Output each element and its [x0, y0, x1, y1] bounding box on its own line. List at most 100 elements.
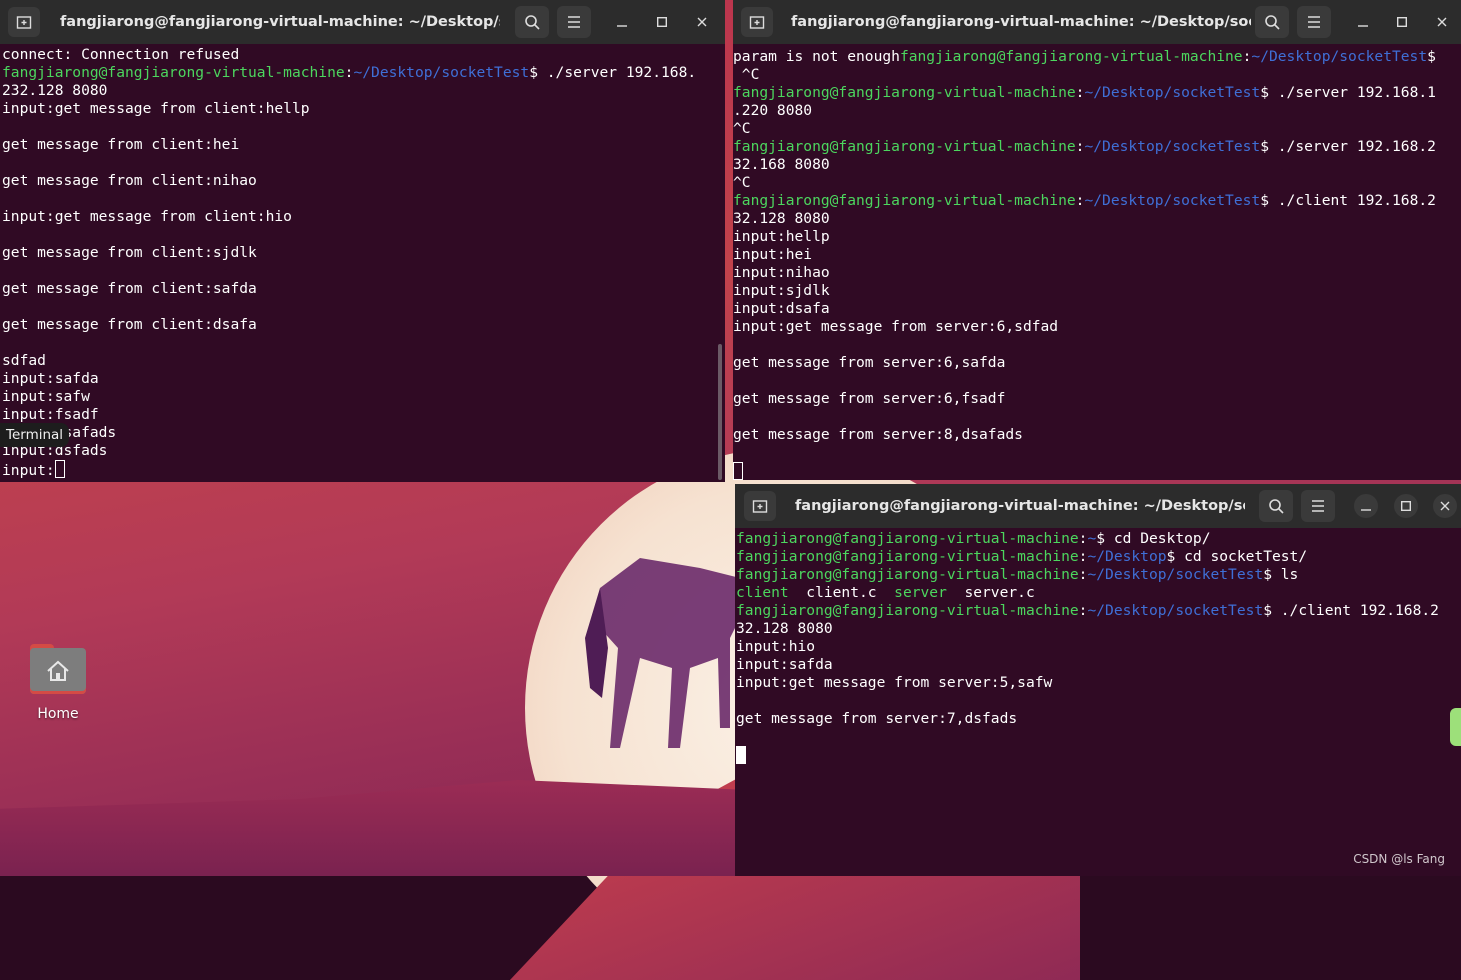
terminal-line: param is not enoughfangjiarong@fangjiaro…: [733, 48, 1436, 65]
terminal-line: get message from server:6,fsadf: [733, 390, 1006, 407]
maximize-button[interactable]: [1394, 494, 1418, 518]
terminal-lines: connect: Connection refused fangjiarong@f…: [0, 44, 725, 479]
terminal-window-client-2[interactable]: fangjiarong@fangjiarong-virtual-machine:…: [735, 484, 1461, 876]
terminal-line: get message from server:6,safda: [733, 354, 1006, 371]
menu-button[interactable]: [1297, 6, 1331, 38]
terminal-line: input:dsafa: [733, 300, 830, 317]
terminal-line: input:get message from client:hellp: [2, 100, 310, 117]
minimize-icon: [617, 25, 627, 27]
terminal-line: 32.128 8080: [736, 620, 833, 637]
minimize-button[interactable]: [1351, 10, 1375, 34]
terminal-output[interactable]: param is not enoughfangjiarong@fangjiaro…: [733, 46, 1461, 480]
terminal-line: fangjiarong@fangjiarong-virtual-machine:…: [736, 566, 1299, 583]
search-button[interactable]: [1255, 6, 1289, 38]
terminal-line: input:safda: [736, 656, 833, 673]
scrollbar[interactable]: [718, 344, 722, 480]
window-title: fangjiarong@fangjiarong-virtual-machine:…: [795, 498, 1245, 514]
terminal-lines: fangjiarong@fangjiarong-virtual-machine:…: [735, 528, 1461, 764]
minimize-button[interactable]: [1354, 494, 1378, 518]
new-tab-icon: [752, 500, 768, 513]
search-button[interactable]: [515, 6, 549, 38]
terminal-line: get message from client:sjdlk: [2, 244, 257, 261]
text-cursor: [733, 462, 743, 480]
terminal-line: connect: Connection refused: [2, 46, 240, 63]
close-button[interactable]: [690, 10, 714, 34]
hamburger-menu-icon: [1312, 500, 1324, 512]
minimize-icon: [1361, 509, 1371, 511]
terminal-line: fangjiarong@fangjiarong-virtual-machine:…: [733, 138, 1436, 155]
menu-button[interactable]: [1301, 490, 1335, 522]
titlebar[interactable]: fangjiarong@fangjiarong-virtual-machine:…: [733, 0, 1461, 44]
terminal-output[interactable]: connect: Connection refused fangjiarong@f…: [0, 44, 725, 482]
text-cursor: [54, 460, 65, 478]
terminal-line: fangjiarong@fangjiarong-virtual-machine:…: [736, 602, 1439, 619]
terminal-lines: param is not enoughfangjiarong@fangjiaro…: [733, 46, 1461, 480]
window-title: fangjiarong@fangjiarong-virtual-machine:…: [791, 14, 1251, 30]
close-icon: [1440, 501, 1450, 511]
close-button[interactable]: [1433, 494, 1457, 518]
titlebar[interactable]: fangjiarong@fangjiarong-virtual-machine:…: [0, 0, 725, 44]
home-folder-label[interactable]: Home: [30, 706, 86, 722]
terminal-window-server[interactable]: fangjiarong@fangjiarong-virtual-machine:…: [0, 0, 725, 482]
terminal-line: input:hei: [733, 246, 813, 263]
minimize-button[interactable]: [610, 10, 634, 34]
maximize-button[interactable]: [650, 10, 674, 34]
new-tab-icon: [749, 16, 765, 29]
search-button[interactable]: [1259, 490, 1293, 522]
wallpaper-ground: [0, 780, 740, 876]
terminal-line: client client.c server server.c: [736, 584, 1035, 601]
terminal-window-client-1[interactable]: fangjiarong@fangjiarong-virtual-machine:…: [733, 0, 1461, 480]
terminal-line: input:get message from server:5,safw: [736, 674, 1053, 691]
terminal-line: input:dsfads: [2, 442, 108, 459]
terminal-line: .220 8080: [733, 102, 813, 119]
terminal-line: [733, 462, 1461, 480]
terminal-line: [736, 746, 1461, 764]
terminal-line: 32.128 8080: [733, 210, 830, 227]
menu-button[interactable]: [557, 6, 591, 38]
terminal-line: fangjiarong@fangjiarong-virtual-machine:…: [733, 192, 1436, 209]
terminal-line: input:fsadf: [2, 406, 99, 423]
terminal-line: ^C: [733, 66, 760, 83]
terminal-line: input:safda: [2, 370, 99, 387]
terminal-line: get message from client:hei: [2, 136, 240, 153]
maximize-icon: [657, 17, 667, 27]
text-cursor: [736, 746, 746, 764]
terminal-output[interactable]: fangjiarong@fangjiarong-virtual-machine:…: [735, 528, 1461, 876]
terminal-line: 232.128 8080: [2, 82, 108, 99]
titlebar[interactable]: fangjiarong@fangjiarong-virtual-machine:…: [735, 484, 1461, 528]
home-folder-icon[interactable]: [30, 644, 86, 694]
close-button[interactable]: [1430, 10, 1454, 34]
wallpaper-horse: [585, 558, 745, 748]
terminal-line: ^C: [733, 120, 751, 137]
terminal-line: input:hio: [736, 638, 816, 655]
new-tab-button[interactable]: [8, 7, 40, 37]
terminal-line: fangjiarong@fangjiarong-virtual-machine:…: [736, 530, 1211, 547]
close-icon: [1437, 17, 1447, 27]
new-tab-button[interactable]: [741, 7, 773, 37]
close-icon: [697, 17, 707, 27]
hamburger-menu-icon: [1308, 16, 1320, 28]
terminal-line: fangjiarong@fangjiarong-virtual-machine:…: [736, 548, 1308, 565]
terminal-line: get message from client:dsafa: [2, 316, 257, 333]
maximize-icon: [1401, 501, 1411, 511]
terminal-line: sdfad: [2, 352, 46, 369]
watermark: CSDN @ls Fang: [1353, 852, 1445, 866]
new-tab-icon: [16, 16, 32, 29]
terminal-line: get message from server:8,dsafads: [733, 426, 1023, 443]
side-panel-handle[interactable]: [1450, 708, 1461, 746]
new-tab-button[interactable]: [744, 491, 776, 521]
terminal-line: input:: [2, 460, 725, 479]
maximize-button[interactable]: [1390, 10, 1414, 34]
